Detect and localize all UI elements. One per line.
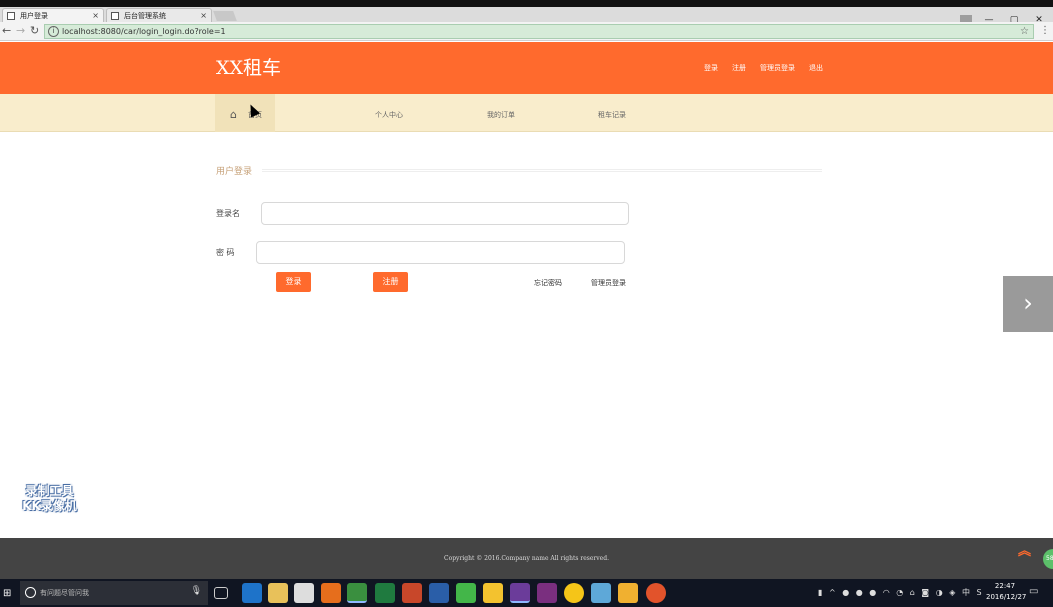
nav-item-my-orders[interactable]: 我的订单 — [487, 110, 515, 120]
password-label: 密 码 — [216, 248, 235, 257]
archive-icon[interactable] — [618, 583, 638, 603]
page-favicon-icon — [7, 12, 15, 20]
clock-time: 22:47 — [994, 582, 1016, 590]
forward-icon[interactable]: → — [16, 23, 25, 39]
cortana-icon — [25, 587, 36, 598]
windows-taskbar: ⊞ 有问题尽管问我 🎙 ▮ ^ ● ● ● ◠ ◔ ⌂ ◙ ◑ ◈ 中 S 22… — [0, 579, 1053, 607]
login-section-title: 用户登录 — [216, 167, 253, 177]
system-tray[interactable]: ▮ ^ ● ● ● ◠ ◔ ⌂ ◙ ◑ ◈ 中 S — [818, 587, 984, 598]
header-link-logout[interactable]: 退出 — [809, 63, 823, 73]
main-nav: ⌂ 首页 个人中心 我的订单 租车记录 — [0, 94, 1053, 132]
watermark-line2: KK录像机 — [22, 499, 77, 513]
browser-tabstrip: 用户登录 × 后台管理系统 × — ▢ ✕ — [0, 7, 1053, 25]
browser-tab-login[interactable]: 用户登录 × — [2, 8, 104, 22]
browser-menu-icon[interactable]: ⋮ — [1040, 25, 1050, 36]
recorder-watermark: 录制工具 KK录像机 — [12, 484, 87, 514]
notification-icon[interactable]: ▭ — [1029, 586, 1038, 597]
username-label: 登录名 — [216, 209, 240, 218]
tab-title: 用户登录 — [20, 12, 48, 20]
password-input[interactable] — [256, 241, 625, 264]
qq-icon[interactable] — [483, 583, 503, 603]
login-button[interactable]: 登录 — [276, 272, 311, 292]
app-icon[interactable] — [537, 583, 557, 603]
back-to-top-icon[interactable]: ︽ — [1018, 540, 1031, 559]
site-footer: Copyright © 2016.Company name All rights… — [0, 538, 1053, 579]
ime-indicator[interactable]: 中 — [962, 588, 972, 597]
copyright-text: Copyright © 2016.Company name All rights… — [444, 555, 609, 562]
store-icon[interactable] — [294, 583, 314, 603]
close-icon[interactable]: × — [92, 9, 99, 23]
search-placeholder: 有问题尽管问我 — [40, 589, 89, 597]
nav-item-personal-center[interactable]: 个人中心 — [375, 110, 403, 120]
site-logo[interactable]: XX租车 — [216, 53, 281, 80]
home-icon: ⌂ — [230, 108, 237, 121]
forgot-password-link[interactable]: 忘记密码 — [534, 278, 562, 288]
eclipse-icon[interactable] — [510, 583, 530, 603]
close-icon[interactable]: × — [200, 9, 207, 23]
header-link-login[interactable]: 登录 — [704, 63, 718, 73]
new-tab-button[interactable] — [213, 11, 237, 21]
header-links: 登录 注册 管理员登录 退出 — [704, 63, 823, 73]
username-input[interactable] — [261, 202, 629, 225]
chrome-icon[interactable] — [347, 583, 367, 603]
taskbar-search[interactable]: 有问题尽管问我 🎙 — [20, 581, 208, 605]
section-divider — [262, 169, 822, 172]
address-bar[interactable]: i localhost:8080/car/login_login.do?role… — [44, 24, 1034, 39]
firefox-icon[interactable] — [321, 583, 341, 603]
register-button[interactable]: 注册 — [373, 272, 408, 292]
excel-icon[interactable] — [375, 583, 395, 603]
wechat-icon[interactable] — [456, 583, 476, 603]
bookmark-star-icon[interactable]: ☆ — [1020, 25, 1029, 38]
browser-360-icon[interactable] — [564, 583, 584, 603]
url-text[interactable]: localhost:8080/car/login_login.do?role=1 — [62, 25, 226, 38]
file-explorer-icon[interactable] — [268, 583, 288, 603]
nav-item-home[interactable]: ⌂ 首页 — [215, 94, 275, 132]
browser-toolbar: ← → ↻ i localhost:8080/car/login_login.d… — [0, 22, 1053, 41]
reload-icon[interactable]: ↻ — [30, 23, 39, 39]
taskbar-clock[interactable]: 22:47 2016/12/27 — [986, 581, 1027, 603]
back-icon[interactable]: ← — [2, 23, 11, 39]
screen-top-edge — [0, 0, 1053, 7]
browser-tab-admin[interactable]: 后台管理系统 × — [106, 8, 212, 22]
next-arrow-button[interactable]: › — [1003, 276, 1053, 332]
info-icon[interactable]: i — [48, 26, 59, 37]
header-link-register[interactable]: 注册 — [732, 63, 746, 73]
notepad-icon[interactable] — [591, 583, 611, 603]
windows-start-icon[interactable]: ⊞ — [3, 588, 11, 599]
edge-browser-icon[interactable] — [242, 583, 262, 603]
nav-item-rental-records[interactable]: 租车记录 — [598, 110, 626, 120]
word-icon[interactable] — [429, 583, 449, 603]
page-favicon-icon — [111, 12, 119, 20]
clock-date: 2016/12/27 — [986, 593, 1027, 601]
watermark-line1: 录制工具 — [25, 484, 74, 498]
site-header: XX租车 登录 注册 管理员登录 退出 — [0, 42, 1053, 94]
microphone-icon[interactable]: 🎙 — [191, 586, 202, 596]
powerpoint-icon[interactable] — [402, 583, 422, 603]
recorder-icon[interactable] — [646, 583, 666, 603]
admin-login-link[interactable]: 管理员登录 — [591, 278, 626, 288]
header-link-admin-login[interactable]: 管理员登录 — [760, 63, 795, 73]
task-view-icon[interactable] — [214, 587, 228, 599]
tab-title: 后台管理系统 — [124, 12, 166, 20]
